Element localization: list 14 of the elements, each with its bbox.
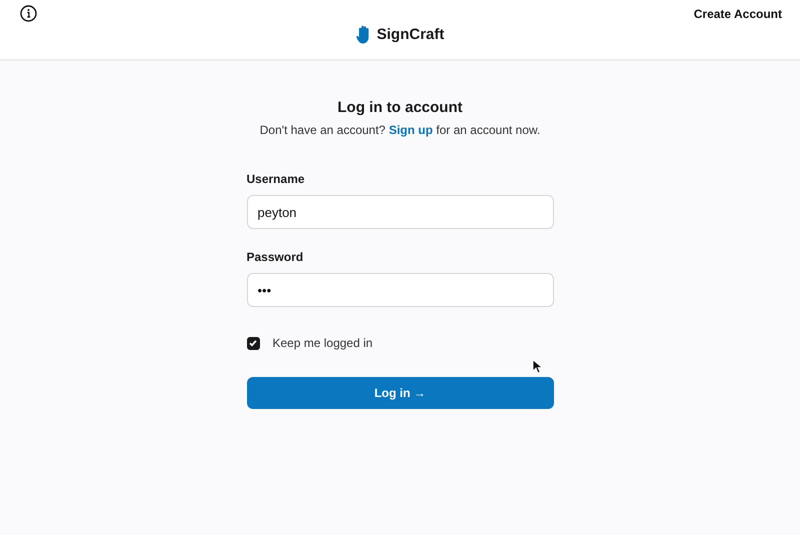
password-field[interactable]: ••• bbox=[246, 273, 554, 307]
login-button[interactable]: Log in → bbox=[246, 377, 554, 409]
info-icon[interactable] bbox=[20, 5, 37, 22]
username-field[interactable]: peyton bbox=[246, 195, 554, 229]
form-title: Log in to account bbox=[338, 98, 462, 118]
checkbox-label: Keep me logged in bbox=[272, 336, 373, 350]
signup-prompt: Don't have an account? Sign up for an account now. bbox=[260, 122, 540, 138]
create-account-link[interactable]: Create Account bbox=[694, 6, 782, 20]
sign-up-link[interactable]: Sign up bbox=[388, 123, 433, 137]
field-label: Username bbox=[246, 171, 306, 187]
checkbox[interactable] bbox=[246, 336, 260, 350]
field-label: Password bbox=[246, 249, 304, 265]
brand-name: SignCraft bbox=[376, 26, 444, 43]
cursor-icon bbox=[532, 359, 542, 374]
